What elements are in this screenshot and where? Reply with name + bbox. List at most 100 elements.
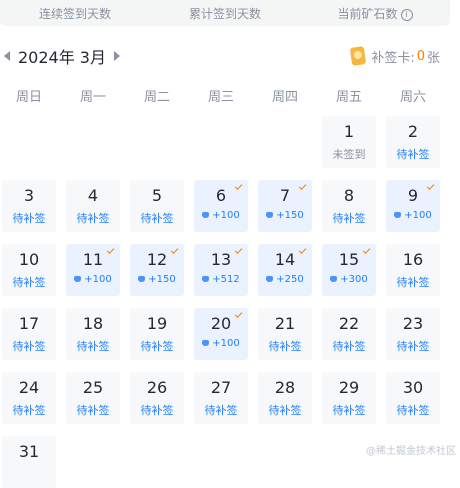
day-cell-28[interactable]: 28 待补签 <box>258 372 312 424</box>
day-cell-20[interactable]: 20 +100 <box>194 308 248 360</box>
day-number: 10 <box>18 250 40 269</box>
day-number: 9 <box>407 186 419 205</box>
ore-gem-icon <box>74 276 82 282</box>
ore-count-label: 当前矿石数 <box>337 6 398 21</box>
day-status: 待补签 <box>396 276 430 289</box>
day-cell-19[interactable]: 19 待补签 <box>130 308 184 360</box>
day-reward: +250 <box>258 274 312 285</box>
day-status: 待补签 <box>12 212 46 225</box>
day-status: 待补签 <box>332 340 366 353</box>
day-number: 23 <box>402 314 424 333</box>
day-cell-26[interactable]: 26 待补签 <box>130 372 184 424</box>
day-cell-25[interactable]: 25 待补签 <box>66 372 120 424</box>
day-status: 待补签 <box>12 340 46 353</box>
day-cell-17[interactable]: 17 待补签 <box>2 308 56 360</box>
day-cell-24[interactable]: 24 待补签 <box>2 372 56 424</box>
day-cell-13[interactable]: 13 +512 <box>194 244 248 296</box>
sign-card-unit: 张 <box>426 50 440 66</box>
day-number: 18 <box>82 314 104 333</box>
ore-gem-icon <box>202 212 210 218</box>
day-number: 26 <box>146 378 168 397</box>
reward-amount: +150 <box>148 274 176 285</box>
day-cell-1[interactable]: 1 未签到 <box>322 116 376 168</box>
day-status: 待补签 <box>140 340 174 353</box>
ore-gem-icon <box>202 276 210 282</box>
day-number: 13 <box>210 250 232 269</box>
info-icon[interactable]: i <box>400 8 413 21</box>
day-status: 待补签 <box>76 404 110 417</box>
day-status: 待补签 <box>204 404 238 417</box>
day-cell-12[interactable]: 12 +150 <box>130 244 184 296</box>
day-number: 3 <box>23 186 35 205</box>
day-number: 31 <box>18 442 40 461</box>
day-cell-3[interactable]: 3 待补签 <box>2 180 56 232</box>
ore-gem-icon <box>266 276 274 282</box>
day-cell-29[interactable]: 29 待补签 <box>322 372 376 424</box>
prev-month-icon[interactable] <box>4 51 10 61</box>
next-month-icon[interactable] <box>114 51 120 61</box>
reward-amount: +512 <box>212 274 240 285</box>
sign-card-count: 0 <box>416 48 425 64</box>
day-number: 24 <box>18 378 40 397</box>
day-number: 20 <box>210 314 232 333</box>
total-days-stat: 累计签到天数 <box>150 5 300 22</box>
day-cell-15[interactable]: 15 +300 <box>322 244 376 296</box>
day-cell-16[interactable]: 16 待补签 <box>386 244 440 296</box>
day-status: 未签到 <box>332 148 366 161</box>
day-number: 25 <box>82 378 104 397</box>
day-number: 7 <box>279 186 291 205</box>
day-cell-23[interactable]: 23 待补签 <box>386 308 440 360</box>
day-cell-2[interactable]: 2 待补签 <box>386 116 440 168</box>
ore-gem-icon <box>330 276 338 282</box>
day-cell-5[interactable]: 5 待补签 <box>130 180 184 232</box>
weekday-label: 周二 <box>143 90 170 105</box>
weekday-label: 周五 <box>335 90 362 105</box>
weekday-label: 周六 <box>399 90 426 105</box>
day-cell-21[interactable]: 21 待补签 <box>258 308 312 360</box>
day-cell-11[interactable]: 11 +100 <box>66 244 120 296</box>
day-cell-6[interactable]: 6 +100 <box>194 180 248 232</box>
day-cell-9[interactable]: 9 +100 <box>386 180 440 232</box>
day-reward: +100 <box>194 210 248 221</box>
ore-gem-icon <box>202 340 210 346</box>
stats-bar: 连续签到天数 累计签到天数 当前矿石数 i <box>0 0 450 26</box>
day-reward: +300 <box>322 274 376 285</box>
day-number: 8 <box>343 186 355 205</box>
day-number: 14 <box>274 250 296 269</box>
day-status: 待补签 <box>332 212 366 225</box>
day-number: 17 <box>18 314 40 333</box>
day-reward: +512 <box>194 274 248 285</box>
day-cell-7[interactable]: 7 +150 <box>258 180 312 232</box>
reward-amount: +100 <box>212 338 240 349</box>
day-number: 29 <box>338 378 360 397</box>
day-cell-14[interactable]: 14 +250 <box>258 244 312 296</box>
day-cell-27[interactable]: 27 待补签 <box>194 372 248 424</box>
day-cell-4[interactable]: 4 待补签 <box>66 180 120 232</box>
day-number: 5 <box>151 186 163 205</box>
day-number: 6 <box>215 186 227 205</box>
day-number: 2 <box>407 122 419 141</box>
day-cell-30[interactable]: 30 待补签 <box>386 372 440 424</box>
day-number: 27 <box>210 378 232 397</box>
day-status: 待补签 <box>396 404 430 417</box>
weekday-header: 周日 周一 周二 周三 周四 周五 周六 <box>0 86 450 105</box>
weekday-label: 周三 <box>207 90 234 105</box>
sign-card-info[interactable]: 补签卡: 0 张 <box>350 46 440 66</box>
sign-card-icon <box>350 46 367 66</box>
day-cell-8[interactable]: 8 待补签 <box>322 180 376 232</box>
watermark: @稀土掘金技术社区 <box>366 446 456 457</box>
reward-amount: +300 <box>340 274 368 285</box>
weekday-label: 周四 <box>271 90 298 105</box>
total-days-label: 累计签到天数 <box>188 6 261 21</box>
day-cell-10[interactable]: 10 待补签 <box>2 244 56 296</box>
sign-card-label: 补签卡: <box>371 50 415 66</box>
day-cell-31[interactable]: 31 <box>2 436 56 488</box>
day-reward: +100 <box>194 338 248 349</box>
day-cell-18[interactable]: 18 待补签 <box>66 308 120 360</box>
day-status: 待补签 <box>140 212 174 225</box>
weekday-label: 周一 <box>79 90 106 105</box>
day-reward: +150 <box>130 274 184 285</box>
consecutive-days-stat: 连续签到天数 <box>0 5 150 22</box>
day-cell-22[interactable]: 22 待补签 <box>322 308 376 360</box>
reward-amount: +150 <box>276 210 304 221</box>
